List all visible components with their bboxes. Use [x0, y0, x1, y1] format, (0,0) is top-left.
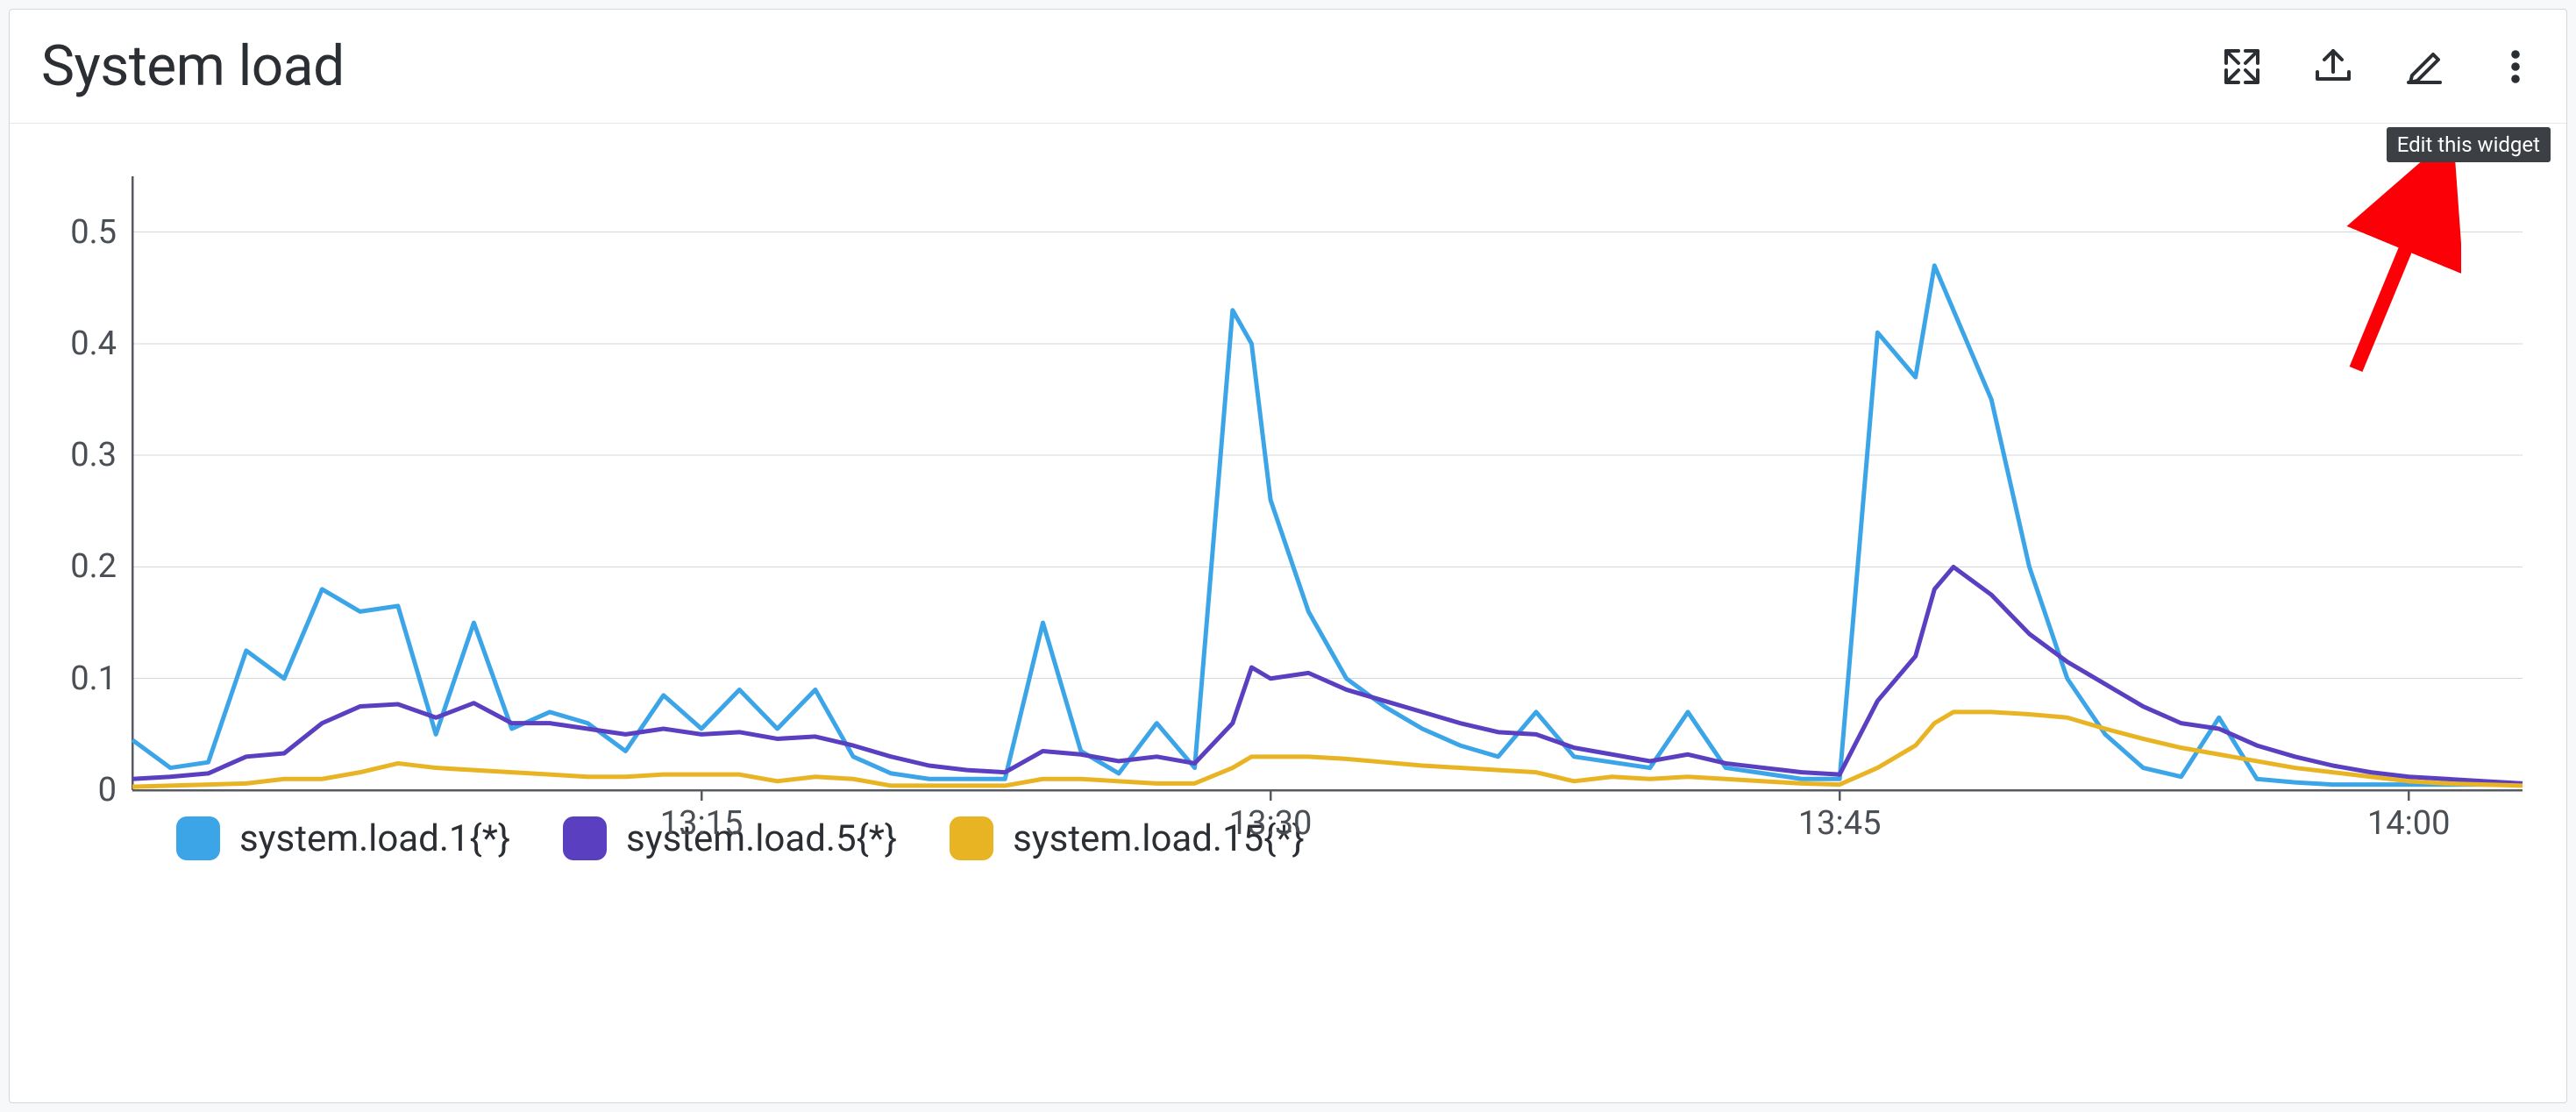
export-button[interactable]	[2309, 42, 2358, 91]
more-button[interactable]	[2491, 42, 2540, 91]
widget-toolbar	[2217, 42, 2540, 91]
y-tick-label: 0	[98, 771, 117, 809]
legend-item-0[interactable]: system.load.1{*}	[176, 816, 510, 860]
legend-swatch-icon	[563, 816, 607, 860]
y-tick-label: 0.3	[70, 436, 117, 474]
chart-svg	[132, 176, 2523, 790]
chart-area[interactable]: 00.10.20.30.40.513:1513:3013:4514:00	[132, 176, 2523, 790]
chart-body: 00.10.20.30.40.513:1513:3013:4514:00 sys…	[10, 124, 2566, 1102]
edit-button[interactable]	[2400, 42, 2449, 91]
y-tick-label: 0.2	[70, 547, 117, 586]
pencil-icon	[2403, 46, 2445, 88]
fullscreen-button[interactable]	[2217, 42, 2266, 91]
legend-swatch-icon	[176, 816, 220, 860]
x-tick-label: 14:00	[2367, 804, 2451, 843]
y-tick-label: 0.4	[70, 324, 117, 363]
edit-tooltip: Edit this widget	[2387, 127, 2551, 162]
legend: system.load.1{*} system.load.5{*} system…	[132, 790, 2523, 869]
more-vertical-icon	[2494, 46, 2537, 88]
widget-header: System load	[10, 10, 2566, 124]
widget-title: System load	[41, 33, 345, 99]
expand-icon	[2221, 46, 2263, 88]
y-tick-label: 0.1	[70, 659, 117, 698]
x-tick-label: 13:45	[1798, 804, 1882, 843]
legend-label: system.load.1{*}	[239, 817, 510, 860]
x-tick-label: 13:15	[660, 804, 744, 843]
x-tick-label: 13:30	[1229, 804, 1313, 843]
y-tick-label: 0.5	[70, 213, 117, 252]
export-icon	[2312, 46, 2354, 88]
legend-swatch-icon	[950, 816, 993, 860]
widget-panel: System load	[9, 9, 2567, 1103]
